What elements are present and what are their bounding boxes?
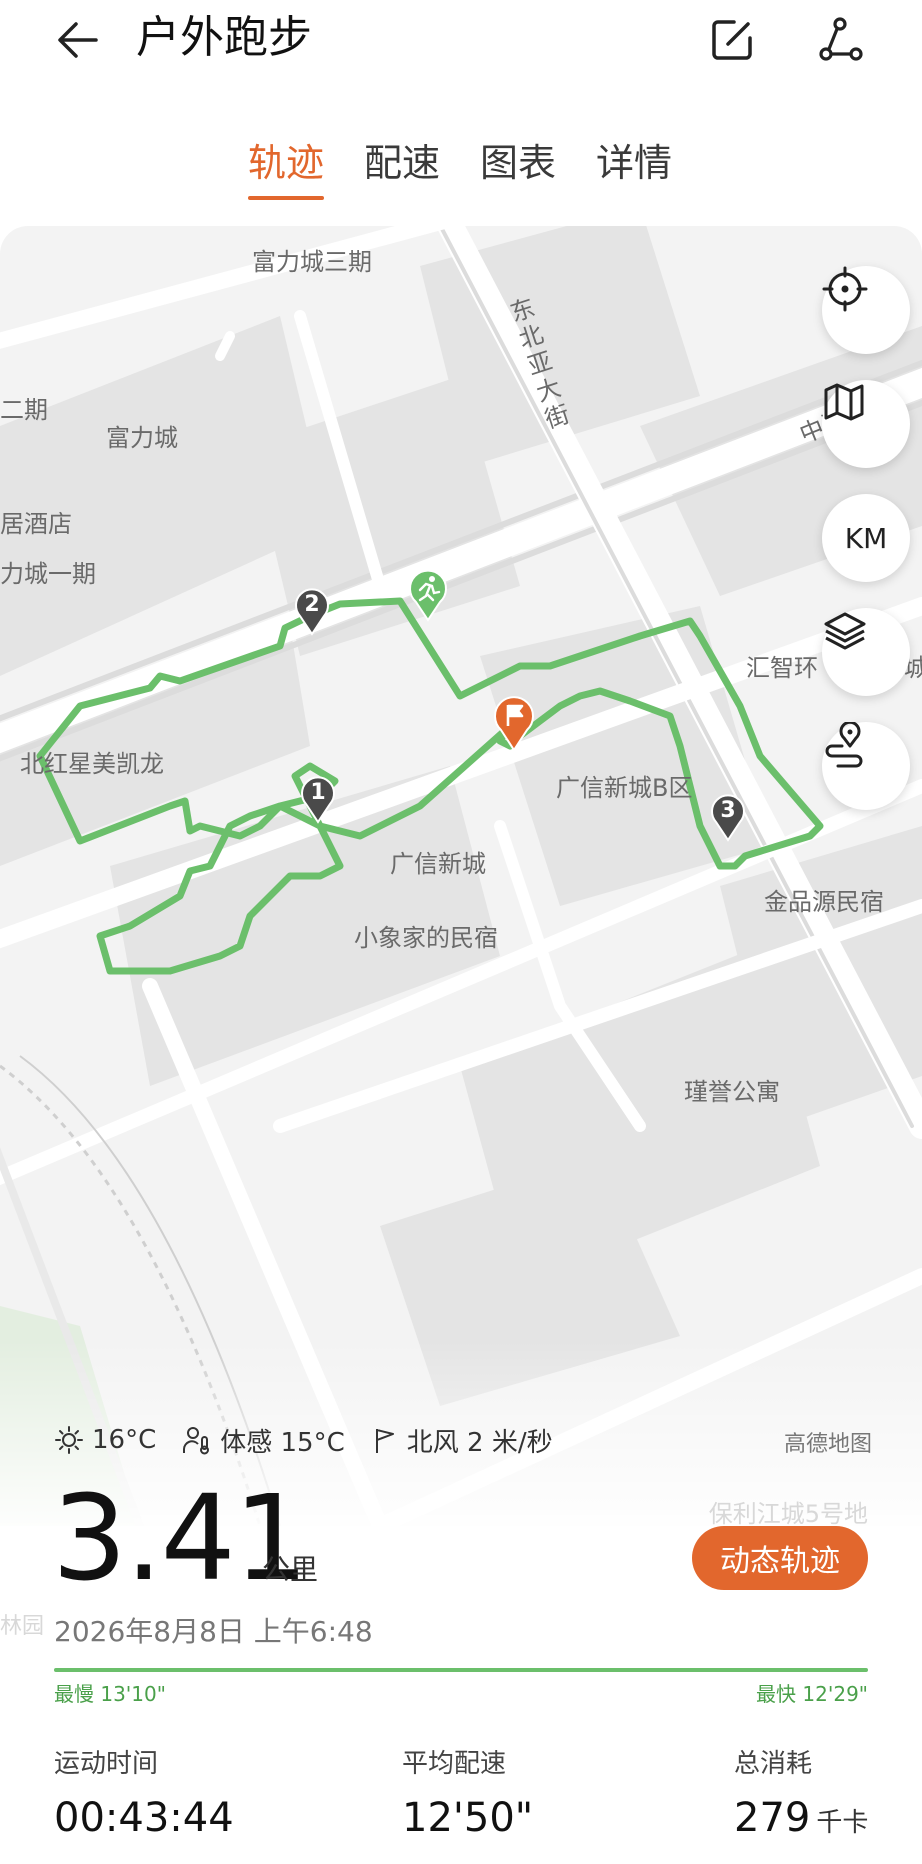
locate-button[interactable]: [822, 266, 910, 354]
route-pin-icon: [825, 722, 863, 768]
stat-unit: 千卡: [816, 1808, 869, 1838]
map-label: 二期: [0, 396, 48, 424]
route-button[interactable]: [822, 722, 910, 810]
temperature-value: 16°C: [92, 1425, 157, 1455]
tab-pace-label: 配速: [364, 141, 441, 185]
crosshair-icon: [822, 266, 868, 312]
stat-label: 运动时间: [54, 1749, 159, 1779]
top-bar: 户外跑步: [0, 0, 922, 80]
workout-datetime: 2026年8月8日 上午6:48: [54, 1615, 373, 1648]
arrow-left-icon: [58, 22, 98, 58]
edit-button[interactable]: [700, 8, 764, 72]
person-thermometer-icon: [183, 1427, 210, 1455]
map-icon: [824, 383, 864, 421]
pace-range-bar: [54, 1668, 868, 1672]
edit-icon: [712, 20, 752, 60]
tab-details[interactable]: 详情: [596, 138, 672, 188]
stat-value: 00:43:44: [54, 1795, 234, 1841]
map-label: 金品源民宿: [764, 888, 884, 916]
tab-track[interactable]: 轨迹: [248, 138, 325, 200]
feels-like: 体感 15°C: [182, 1422, 345, 1459]
km-marker-number: 2: [304, 592, 320, 617]
stat-calories: 总消耗 279 千卡: [734, 1746, 868, 1853]
km-toggle-label: KM: [844, 521, 888, 555]
km-marker-number: 3: [720, 798, 736, 823]
map-label: 小象家的民宿: [354, 924, 498, 952]
map-label: 广信新城: [390, 850, 486, 878]
fastest-pace: 最快 12'29": [756, 1682, 868, 1706]
stat-value-row: 279 千卡: [734, 1788, 868, 1853]
share-icon: [819, 17, 863, 61]
km-marker-number: 1: [310, 780, 326, 805]
km-marker-2[interactable]: 2: [292, 586, 332, 636]
tab-bar: 轨迹 配速 图表 详情: [0, 138, 922, 208]
dynamic-track-button[interactable]: 动态轨迹: [692, 1526, 868, 1590]
weather-row: 16°C 体感 15°C 北风 2 米/秒: [54, 1420, 579, 1460]
wind-value: 北风 2 米/秒: [406, 1427, 553, 1458]
map-label: 力城一期: [0, 560, 96, 588]
route-map[interactable]: 富力城三期 二期 富力城 居酒店 力城一期 东北亚大街 中源 汇智环 城 北红星…: [0, 226, 922, 1526]
share-button[interactable]: [808, 8, 872, 72]
stat-label: 总消耗: [734, 1749, 813, 1779]
slowest-pace: 最慢 13'10": [54, 1682, 166, 1706]
km-toggle-button[interactable]: KM: [822, 494, 910, 582]
back-button[interactable]: [48, 10, 108, 70]
stat-duration: 运动时间 00:43:44: [54, 1746, 234, 1848]
km-marker-1[interactable]: 1: [298, 774, 338, 824]
km-marker-3[interactable]: 3: [708, 792, 748, 842]
active-tab-indicator: [248, 196, 325, 200]
temperature: 16°C: [54, 1425, 156, 1455]
start-marker[interactable]: [406, 568, 447, 622]
map-label: 北红星美凯龙: [20, 750, 164, 778]
layers-button[interactable]: [822, 608, 910, 696]
map-label: 瑾誉公寓: [684, 1078, 780, 1106]
page-title: 户外跑步: [136, 12, 312, 63]
map-label: 富力城: [106, 424, 178, 452]
finish-marker[interactable]: [492, 696, 534, 752]
layers-icon: [824, 612, 866, 650]
tab-pace[interactable]: 配速: [364, 138, 440, 188]
wind-flag-icon: [375, 1429, 394, 1453]
tab-track-label: 轨迹: [248, 141, 325, 185]
map-label: 广信新城B区: [556, 774, 693, 802]
map-label: 保利江城5号地: [708, 1500, 868, 1528]
stat-label: 平均配速: [402, 1749, 507, 1779]
map-label: 林园: [0, 1614, 45, 1639]
feels-like-value: 体感 15°C: [220, 1427, 345, 1458]
sun-icon: [55, 1426, 83, 1454]
map-label: 富力城三期: [252, 248, 372, 276]
stat-value: 279: [734, 1795, 811, 1841]
distance-unit: 公里: [262, 1553, 319, 1586]
tab-details-label: 详情: [596, 141, 673, 185]
map-credit: 高德地图: [783, 1432, 872, 1457]
flag-icon: [494, 696, 534, 752]
stat-value: 12'50": [402, 1795, 534, 1841]
wind: 北风 2 米/秒: [371, 1422, 553, 1459]
runner-icon: [409, 569, 447, 622]
stat-avg-pace: 平均配速 12'50": [402, 1746, 533, 1848]
tab-charts[interactable]: 图表: [480, 138, 556, 188]
map-label: 汇智环: [746, 654, 818, 682]
map-type-button[interactable]: [822, 380, 910, 468]
tab-charts-label: 图表: [480, 141, 557, 185]
map-label: 居酒店: [0, 510, 72, 538]
